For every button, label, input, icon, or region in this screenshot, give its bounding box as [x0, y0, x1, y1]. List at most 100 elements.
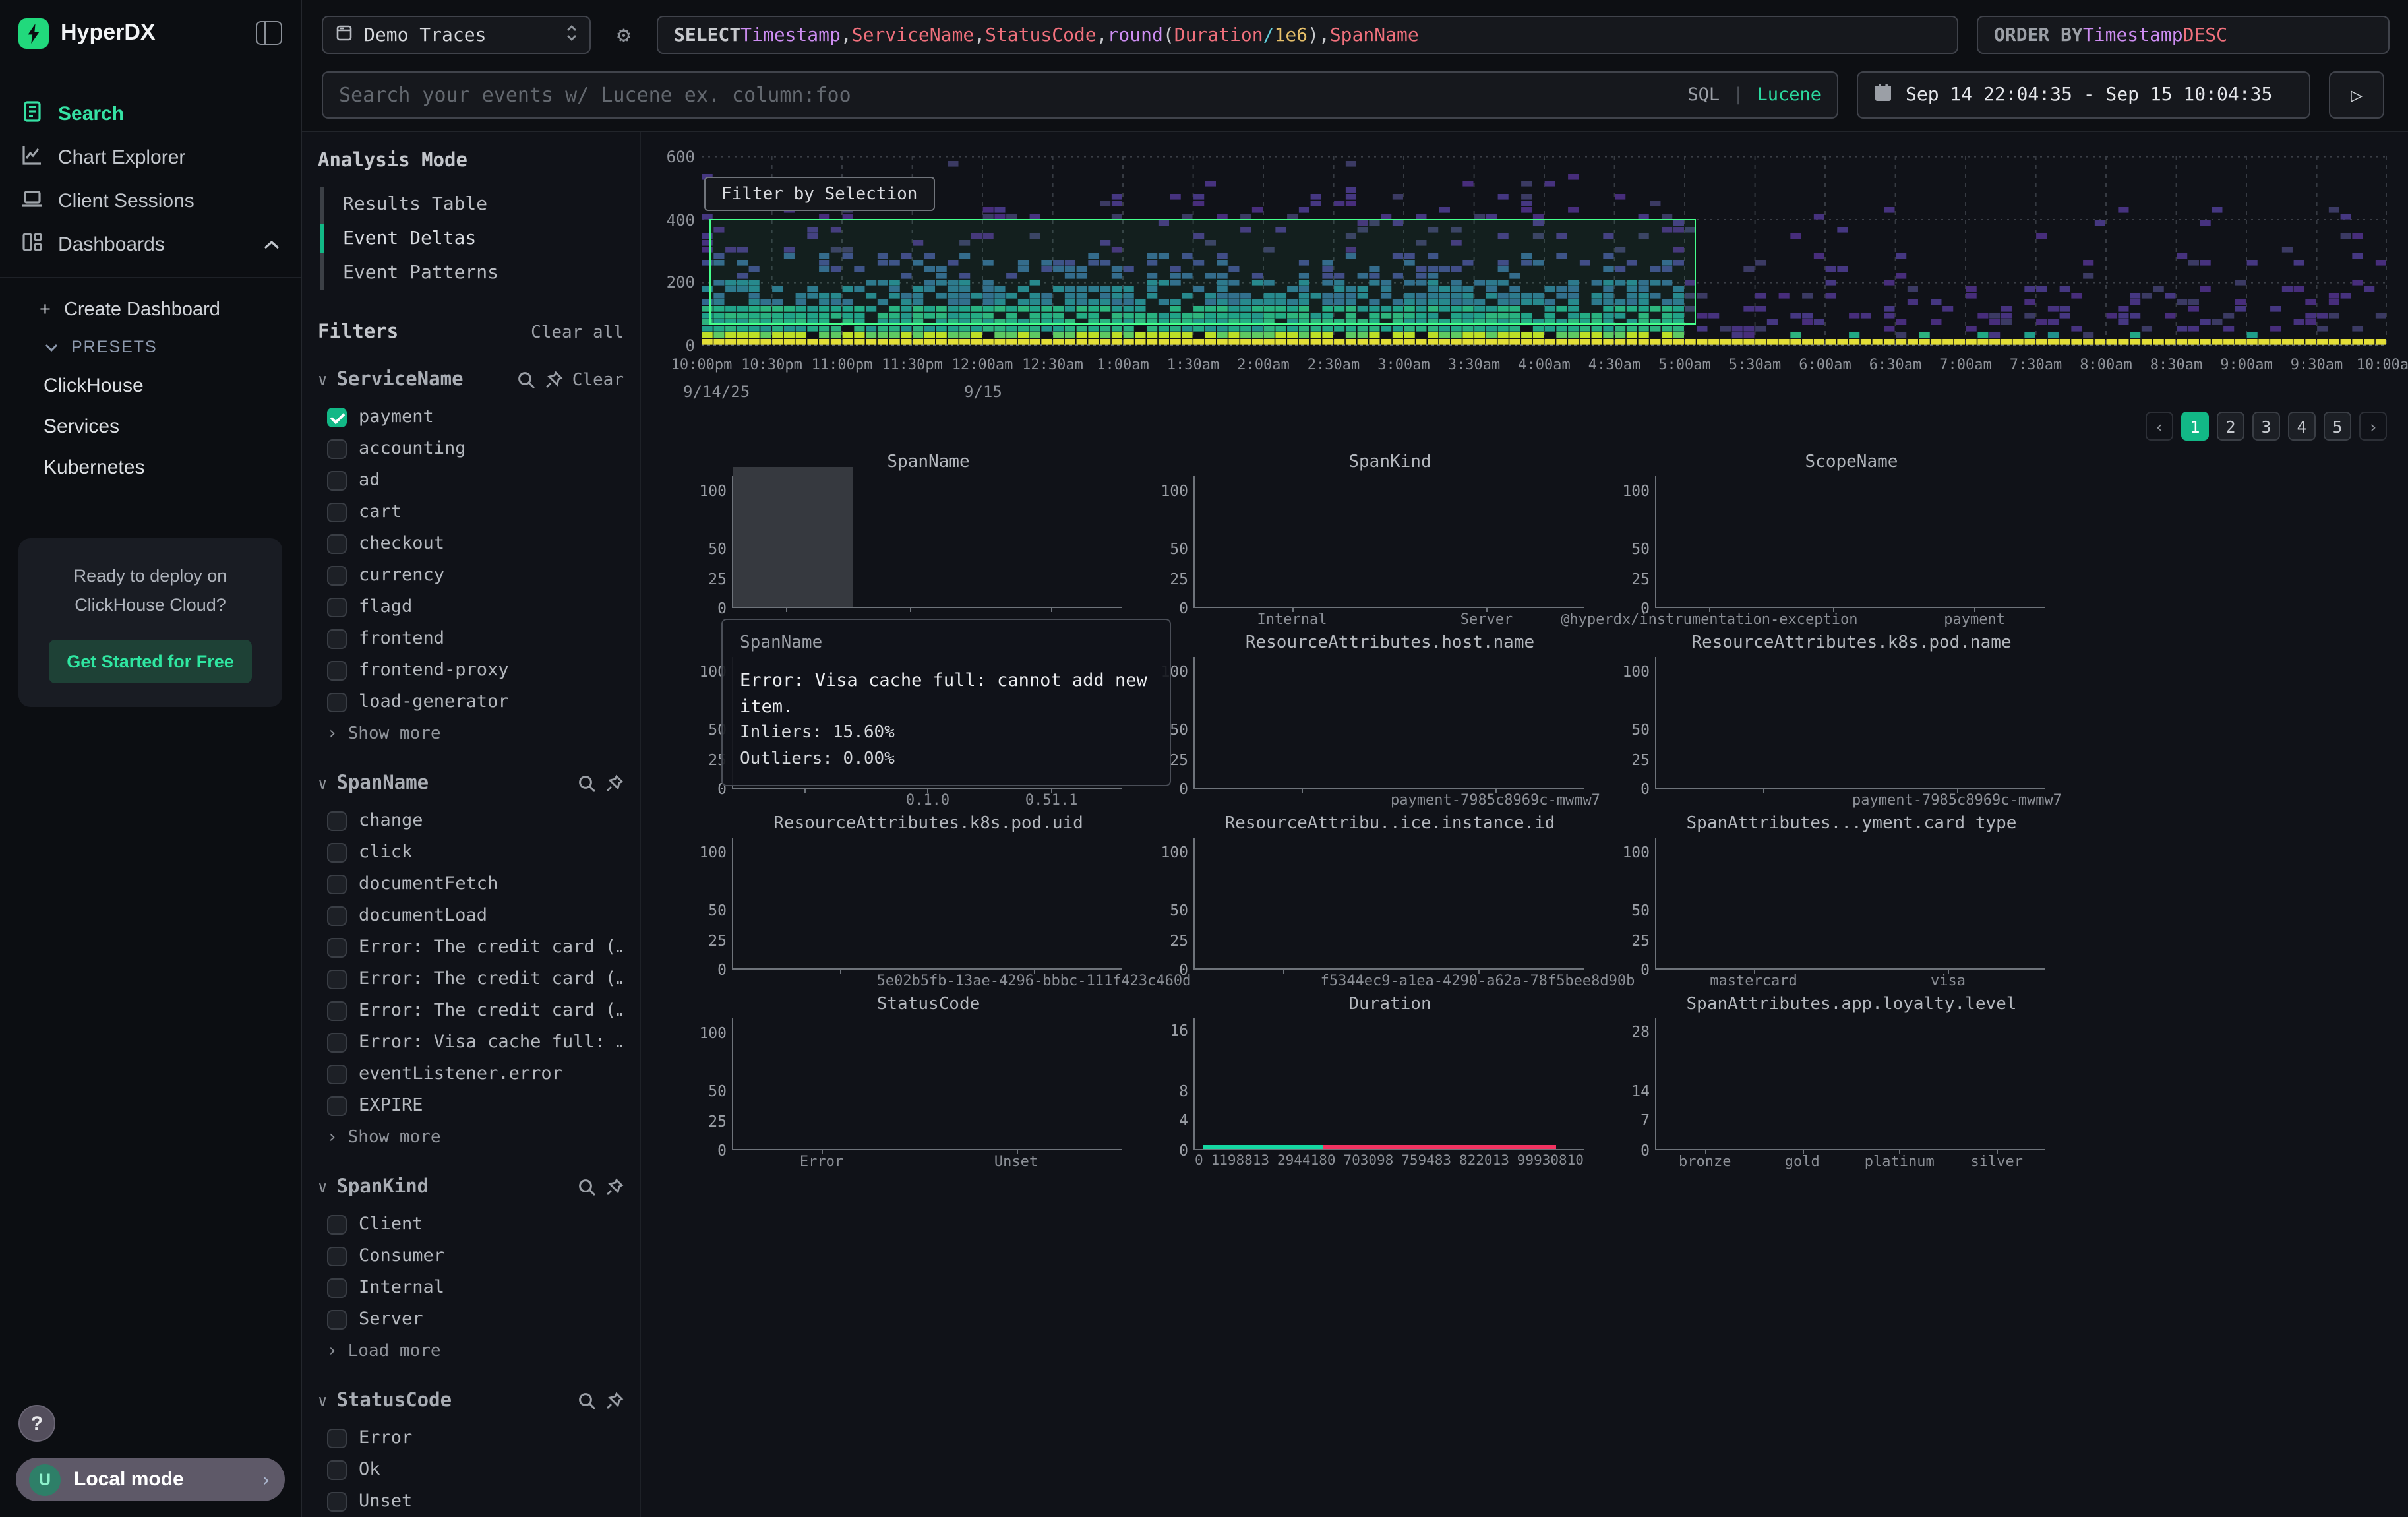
filter-checkbox-internal[interactable]: Internal [318, 1272, 624, 1303]
page-button-5[interactable]: 5 [2324, 412, 2351, 441]
filter-checkbox-eventlistener-error[interactable]: eventListener.error [318, 1058, 624, 1090]
run-query-button[interactable]: ▷ [2329, 71, 2384, 119]
filter-checkbox-consumer[interactable]: Consumer [318, 1240, 624, 1272]
filter-checkbox-change[interactable]: change [318, 805, 624, 836]
delta-chart-duration[interactable]: Duration04816011988132944180703098759483… [1141, 995, 1602, 1175]
sidebar-item-search[interactable]: Search [0, 92, 301, 136]
filter-checkbox-error-the-credit-card-[interactable]: Error: The credit card (… [318, 963, 624, 995]
checkbox[interactable] [327, 1460, 347, 1479]
order-by-input[interactable]: ORDER BY Timestamp DESC [1977, 16, 2390, 54]
checkbox[interactable] [327, 1032, 347, 1052]
filter-checkbox-expire[interactable]: EXPIRE [318, 1090, 624, 1121]
pin-icon[interactable] [605, 1178, 624, 1196]
checkbox[interactable] [327, 1064, 347, 1084]
delta-chart-statuscode[interactable]: StatusCode02550100ErrorUnset [679, 995, 1141, 1175]
delta-chart-spanattributes-yment-card-type[interactable]: SpanAttributes...yment.card_type02550100… [1602, 814, 2064, 995]
search-icon[interactable] [578, 1178, 596, 1196]
chevron-up-icon[interactable] [264, 233, 280, 256]
search-icon[interactable] [578, 774, 596, 793]
delta-chart-spanattributes-app-loyalty-level[interactable]: SpanAttributes.app.loyalty.level071428br… [1602, 995, 2064, 1175]
gear-icon[interactable]: ⚙ [609, 16, 638, 54]
checkbox[interactable] [327, 937, 347, 957]
filter-group-header-spanname[interactable]: ∨SpanName [318, 773, 624, 794]
delta-chart-spankind[interactable]: SpanKind02550100InternalServer [1141, 452, 1602, 633]
checkbox[interactable] [327, 565, 347, 585]
filter-checkbox-ok[interactable]: Ok [318, 1454, 624, 1485]
checkbox[interactable] [327, 439, 347, 458]
checkbox[interactable] [327, 1278, 347, 1297]
filter-checkbox-documentfetch[interactable]: documentFetch [318, 868, 624, 900]
filter-checkbox-client[interactable]: Client [318, 1208, 624, 1240]
checkbox[interactable] [327, 597, 347, 617]
checkbox[interactable] [327, 660, 347, 680]
select-clause-input[interactable]: SELECT Timestamp, ServiceName, StatusCod… [657, 16, 1958, 54]
delta-chart-resourceattributes-k8s-pod-uid[interactable]: ResourceAttributes.k8s.pod.uid025501005e… [679, 814, 1141, 995]
lucene-mode-toggle[interactable]: Lucene [1757, 84, 1821, 106]
filter-checkbox-flagd[interactable]: flagd [318, 591, 624, 623]
filter-checkbox-error-visa-cache-full-[interactable]: Error: Visa cache full: … [318, 1026, 624, 1058]
filter-checkbox-currency[interactable]: currency [318, 559, 624, 591]
filter-checkbox-unset[interactable]: Unset [318, 1485, 624, 1517]
page-next-button[interactable]: › [2359, 412, 2387, 441]
filter-checkbox-payment[interactable]: payment [318, 401, 624, 433]
checkbox[interactable] [327, 1001, 347, 1020]
checkbox[interactable] [327, 1309, 347, 1329]
sql-mode-toggle[interactable]: SQL [1687, 84, 1720, 106]
events-heatmap[interactable] [702, 150, 2387, 346]
analysis-mode-event-patterns[interactable]: Event Patterns [324, 256, 624, 290]
filter-group-header-spankind[interactable]: ∨SpanKind [318, 1177, 624, 1198]
checkbox[interactable] [327, 874, 347, 894]
checkbox[interactable] [327, 692, 347, 712]
sidebar-item-services[interactable]: Services [0, 406, 301, 447]
heatmap-selection[interactable] [709, 219, 1695, 325]
checkbox[interactable] [327, 629, 347, 648]
help-button[interactable]: ? [18, 1405, 55, 1442]
checkbox[interactable] [327, 502, 347, 522]
checkbox[interactable] [327, 1096, 347, 1115]
filter-checkbox-checkout[interactable]: checkout [318, 528, 624, 559]
page-button-4[interactable]: 4 [2288, 412, 2316, 441]
filter-checkbox-load-generator[interactable]: load-generator [318, 686, 624, 718]
get-started-button[interactable]: Get Started for Free [48, 639, 253, 683]
search-icon[interactable] [578, 1392, 596, 1410]
checkbox[interactable] [327, 407, 347, 427]
filter-checkbox-accounting[interactable]: accounting [318, 433, 624, 464]
sidebar-item-kubernetes[interactable]: Kubernetes [0, 447, 301, 488]
sidebar-item-clickhouse[interactable]: ClickHouse [0, 365, 301, 406]
filter-checkbox-ad[interactable]: ad [318, 464, 624, 496]
show-more-button[interactable]: ›Show more [318, 718, 624, 747]
filter-checkbox-server[interactable]: Server [318, 1303, 624, 1335]
sidebar-item-dashboards[interactable]: Dashboards [0, 223, 301, 266]
checkbox[interactable] [327, 1491, 347, 1511]
checkbox[interactable] [327, 906, 347, 925]
presets-toggle[interactable]: PRESETS [0, 328, 301, 365]
checkbox[interactable] [327, 534, 347, 553]
analysis-mode-event-deltas[interactable]: Event Deltas [324, 222, 624, 256]
analysis-mode-results-table[interactable]: Results Table [324, 187, 624, 222]
delta-chart-resourceattributes-host-name[interactable]: ResourceAttributes.host.name02550100paym… [1141, 633, 1602, 814]
page-button-2[interactable]: 2 [2217, 412, 2244, 441]
page-button-3[interactable]: 3 [2252, 412, 2280, 441]
filter-checkbox-error[interactable]: Error [318, 1422, 624, 1454]
search-input[interactable]: Search your events w/ Lucene ex. column:… [322, 71, 1838, 119]
page-button-1[interactable]: 1 [2181, 412, 2209, 441]
clear-all-button[interactable]: Clear all [531, 323, 624, 343]
search-icon[interactable] [517, 371, 535, 389]
time-range-picker[interactable]: Sep 14 22:04:35 - Sep 15 10:04:35 [1857, 71, 2310, 119]
checkbox[interactable] [327, 811, 347, 830]
sidebar-collapse-icon[interactable] [256, 21, 282, 45]
filter-by-selection-button[interactable]: Filter by Selection [704, 177, 934, 211]
delta-chart-resourceattribu-ice-instance-id[interactable]: ResourceAttribu..ice.instance.id02550100… [1141, 814, 1602, 995]
filter-checkbox-click[interactable]: click [318, 836, 624, 868]
pin-icon[interactable] [545, 371, 563, 389]
checkbox[interactable] [327, 969, 347, 989]
source-select[interactable]: Demo Traces [322, 16, 591, 54]
filter-checkbox-cart[interactable]: cart [318, 496, 624, 528]
sidebar-item-chart-explorer[interactable]: Chart Explorer [0, 136, 301, 179]
pin-icon[interactable] [605, 774, 624, 793]
sidebar-item-client-sessions[interactable]: Client Sessions [0, 179, 301, 223]
delta-chart-resourceattributes-k8s-pod-name[interactable]: ResourceAttributes.k8s.pod.name02550100p… [1602, 633, 2064, 814]
local-mode-button[interactable]: U Local mode › [16, 1458, 285, 1501]
page-prev-button[interactable]: ‹ [2146, 412, 2173, 441]
checkbox[interactable] [327, 470, 347, 490]
